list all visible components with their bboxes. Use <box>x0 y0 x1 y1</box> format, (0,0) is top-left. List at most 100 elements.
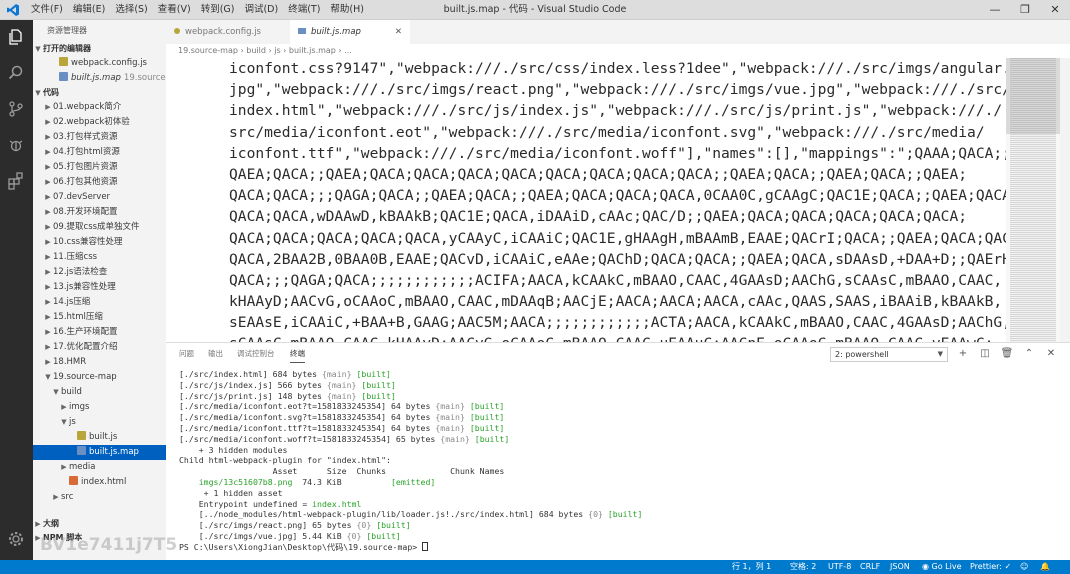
folder-item[interactable]: ▶ 04.打包html资源 <box>33 145 166 160</box>
explorer-icon[interactable] <box>5 26 27 48</box>
restore-button[interactable]: ❐ <box>1010 0 1040 20</box>
minimap[interactable] <box>1006 58 1060 342</box>
breadcrumb-item[interactable]: built.js.map <box>289 46 336 55</box>
folder-item[interactable]: ▶ 02.webpack初体验 <box>33 115 166 130</box>
folder-item[interactable]: ▶ 12.js语法检查 <box>33 265 166 280</box>
folder-item[interactable]: ▶ 03.打包样式资源 <box>33 130 166 145</box>
folder-item[interactable]: ▶ 08.开发环境配置 <box>33 205 166 220</box>
folder-item[interactable]: ▶ 01.webpack简介 <box>33 100 166 115</box>
go-live-button[interactable]: ◉ Go Live <box>922 560 962 574</box>
tab-output[interactable]: 输出 <box>208 343 223 365</box>
minimize-button[interactable]: — <box>980 0 1010 20</box>
terminal-text: + 3 hidden modules <box>179 444 288 455</box>
menu-item[interactable]: 终端(T) <box>283 0 325 20</box>
menu-item[interactable]: 帮助(H) <box>325 0 369 20</box>
folder-label: 16.生产环境配置 <box>53 327 118 337</box>
debug-icon[interactable] <box>5 134 27 156</box>
close-window-button[interactable]: ✕ <box>1040 0 1070 20</box>
open-editor-item[interactable]: webpack.config.js <box>33 56 166 71</box>
npm-scripts-header[interactable]: ▶ NPM 脚本 <box>33 531 166 545</box>
menu-item[interactable]: 编辑(E) <box>68 0 110 20</box>
folder-item[interactable]: ▶ 13.js兼容性处理 <box>33 280 166 295</box>
terminal-output[interactable]: [./src/index.html] 684 bytes {main} [bui… <box>179 369 642 553</box>
tab-debug-console[interactable]: 调试控制台 <box>237 343 275 365</box>
prettier-status[interactable]: Prettier: ✓ <box>970 560 1011 574</box>
tree-item[interactable]: built.js <box>33 430 166 445</box>
folder-item[interactable]: ▶ 05.打包图片资源 <box>33 160 166 175</box>
folder-item[interactable]: ▶ 10.css兼容性处理 <box>33 235 166 250</box>
tree-item[interactable]: index.html <box>33 475 166 490</box>
indentation[interactable]: 空格: 2 <box>790 560 816 574</box>
terminal-line: imgs/13c51607b8.png 74.3 KiB [emitted] <box>179 477 642 488</box>
tree-item[interactable]: ▼ build <box>33 385 166 400</box>
close-tab-icon[interactable]: ✕ <box>395 20 402 44</box>
encoding[interactable]: UTF-8 <box>828 560 851 574</box>
folder-list: ▶ 01.webpack简介 ▶ 02.webpack初体验 ▶ 03.打包样式资源 ▶ 04… <box>33 100 166 385</box>
line-ending[interactable]: CRLF <box>860 560 880 574</box>
folder-item[interactable]: ▶ 18.HMR <box>33 355 166 370</box>
tab-webpack-config[interactable]: webpack.config.js <box>166 20 290 44</box>
extensions-icon[interactable] <box>5 170 27 192</box>
menu-item[interactable]: 调试(D) <box>239 0 283 20</box>
terminal-line: [./src/js/print.js] 148 bytes {main} [bu… <box>179 391 642 402</box>
tree-item[interactable]: ▶ imgs <box>33 400 166 415</box>
editor-scrollbar[interactable] <box>1060 58 1070 342</box>
tree-item[interactable]: ▼ js <box>33 415 166 430</box>
folder-item[interactable]: ▶ 06.打包其他资源 <box>33 175 166 190</box>
terminal-text: imgs/13c51607b8.png <box>179 476 293 487</box>
cursor-position[interactable]: 行 1，列 1 <box>732 560 771 574</box>
search-icon[interactable] <box>5 62 27 84</box>
close-panel-icon[interactable]: ✕ <box>1044 346 1058 362</box>
folder-item[interactable]: ▶ 14.js压缩 <box>33 295 166 310</box>
terminal-line: Asset Size Chunks Chunk Names <box>179 466 642 477</box>
code-editor[interactable]: iconfont.css?9147","webpack:///./src/css… <box>166 58 1006 342</box>
menu-item[interactable]: 转到(G) <box>196 0 240 20</box>
terminal-text: {main} <box>435 412 465 423</box>
menu-item[interactable]: 查看(V) <box>153 0 196 20</box>
folder-item[interactable]: ▶ 09.提取css成单独文件 <box>33 220 166 235</box>
folder-item[interactable]: ▶ 07.devServer <box>33 190 166 205</box>
minimap-slider[interactable] <box>1006 58 1060 134</box>
source-control-icon[interactable] <box>5 98 27 120</box>
menu-item[interactable]: 选择(S) <box>110 0 152 20</box>
folder-label: 03.打包样式资源 <box>53 132 118 142</box>
feedback-icon[interactable]: ☺ <box>1020 560 1028 574</box>
settings-gear-icon[interactable] <box>5 528 27 550</box>
folder-header[interactable]: ▼ 代码 <box>33 86 166 100</box>
js-file-icon <box>59 57 68 66</box>
notifications-bell-icon[interactable]: 🔔 <box>1040 560 1050 574</box>
folder-label: 08.开发环境配置 <box>53 207 118 217</box>
split-terminal-icon[interactable]: ◫ <box>978 346 992 362</box>
open-editor-item[interactable]: built.js.map19.source-... <box>33 71 166 86</box>
terminal-text: [built] <box>602 509 643 520</box>
add-terminal-icon[interactable]: + <box>956 346 970 362</box>
terminal-line: [./src/media/iconfont.svg?t=158183324535… <box>179 412 642 423</box>
tab-terminal[interactable]: 终端 <box>290 343 305 363</box>
folder-label: 10.css兼容性处理 <box>53 237 123 247</box>
tab-built-js-map[interactable]: built.js.map ✕ <box>290 20 410 44</box>
tree-item[interactable]: ▶ src <box>33 490 166 505</box>
folder-item[interactable]: ▼ 19.source-map <box>33 370 166 385</box>
folder-label: 15.html压缩 <box>53 312 103 322</box>
outline-header[interactable]: ▶ 大纲 <box>33 517 166 531</box>
tree-item[interactable]: ▶ media <box>33 460 166 475</box>
folder-label: 06.打包其他资源 <box>53 177 118 187</box>
terminal-selector[interactable]: 2: powershell ▼ <box>830 347 948 362</box>
breadcrumb-item[interactable]: ... <box>344 46 352 55</box>
folder-item[interactable]: ▶ 15.html压缩 <box>33 310 166 325</box>
terminal-line: [./src/media/iconfont.woff?t=15818332453… <box>179 434 642 445</box>
breadcrumb-item[interactable]: 19.source-map <box>178 46 238 55</box>
folder-item[interactable]: ▶ 17.优化配置介绍 <box>33 340 166 355</box>
language-mode[interactable]: JSON <box>890 560 910 574</box>
kill-terminal-icon[interactable]: 🗑 <box>1000 346 1014 362</box>
folder-item[interactable]: ▶ 16.生产环境配置 <box>33 325 166 340</box>
menu-item[interactable]: 文件(F) <box>26 0 68 20</box>
open-editors-header[interactable]: ▼ 打开的编辑器 <box>33 42 166 56</box>
maximize-panel-icon[interactable]: ⌃ <box>1022 346 1036 362</box>
breadcrumb-item[interactable]: build <box>246 46 266 55</box>
folder-item[interactable]: ▶ 11.压缩css <box>33 250 166 265</box>
folder-label: 13.js兼容性处理 <box>53 282 116 292</box>
tree-item[interactable]: built.js.map <box>33 445 166 460</box>
terminal-line: [../node_modules/html-webpack-plugin/lib… <box>179 509 643 520</box>
tab-problems[interactable]: 问题 <box>179 343 194 365</box>
